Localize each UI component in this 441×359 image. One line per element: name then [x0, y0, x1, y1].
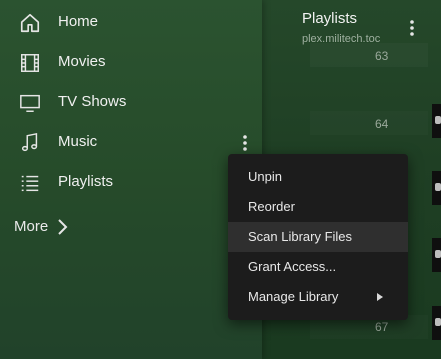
menu-item-label: Unpin — [248, 169, 282, 184]
thumbnail — [432, 171, 441, 205]
menu-item-scan-library-files[interactable]: Scan Library Files — [228, 222, 408, 252]
sidebar-item-label: Playlists — [58, 173, 114, 190]
menu-item-manage-library[interactable]: Manage Library — [228, 282, 408, 312]
app-window: Home Movies TV Shows Music Playlists Mor… — [0, 0, 441, 359]
sidebar: Home Movies TV Shows Music Playlists Mor… — [0, 0, 262, 359]
track-number: 67 — [375, 320, 389, 334]
submenu-arrow-icon — [377, 293, 383, 301]
list-item[interactable] — [310, 111, 428, 135]
more-label: More — [14, 218, 49, 235]
sidebar-item-movies[interactable]: Movies — [0, 44, 262, 80]
list-icon — [19, 172, 41, 194]
list-item[interactable] — [310, 43, 428, 67]
more-options-icon[interactable] — [238, 132, 252, 154]
sidebar-item-label: Movies — [58, 53, 106, 70]
sidebar-item-label: TV Shows — [58, 93, 127, 110]
thumbnail — [432, 104, 441, 138]
menu-item-label: Reorder — [248, 199, 295, 214]
sidebar-item-label: Music — [58, 133, 98, 150]
thumbnail — [432, 238, 441, 272]
context-menu: Unpin Reorder Scan Library Files Grant A… — [228, 154, 408, 320]
track-number: 63 — [375, 49, 389, 63]
sidebar-item-music[interactable]: Music — [0, 124, 262, 160]
sidebar-item-home[interactable]: Home — [0, 4, 262, 40]
menu-item-grant-access[interactable]: Grant Access... — [228, 252, 408, 282]
menu-item-unpin[interactable]: Unpin — [228, 162, 408, 192]
menu-item-label: Scan Library Files — [248, 229, 353, 244]
more-options-icon[interactable] — [406, 17, 418, 39]
home-icon — [19, 12, 41, 34]
menu-item-reorder[interactable]: Reorder — [228, 192, 408, 222]
sidebar-item-label: Home — [58, 13, 99, 30]
thumbnail — [432, 306, 441, 340]
tv-icon — [19, 92, 41, 114]
page-title: Playlists — [302, 10, 358, 27]
menu-item-label: Grant Access... — [248, 259, 337, 274]
music-note-icon — [19, 132, 41, 154]
chevron-right-icon — [56, 217, 68, 237]
sidebar-item-playlists[interactable]: Playlists — [0, 164, 262, 200]
menu-item-label: Manage Library — [248, 289, 339, 304]
sidebar-item-tv-shows[interactable]: TV Shows — [0, 84, 262, 120]
track-number: 64 — [375, 117, 389, 131]
film-icon — [19, 52, 41, 74]
more-link[interactable]: More — [14, 214, 68, 240]
